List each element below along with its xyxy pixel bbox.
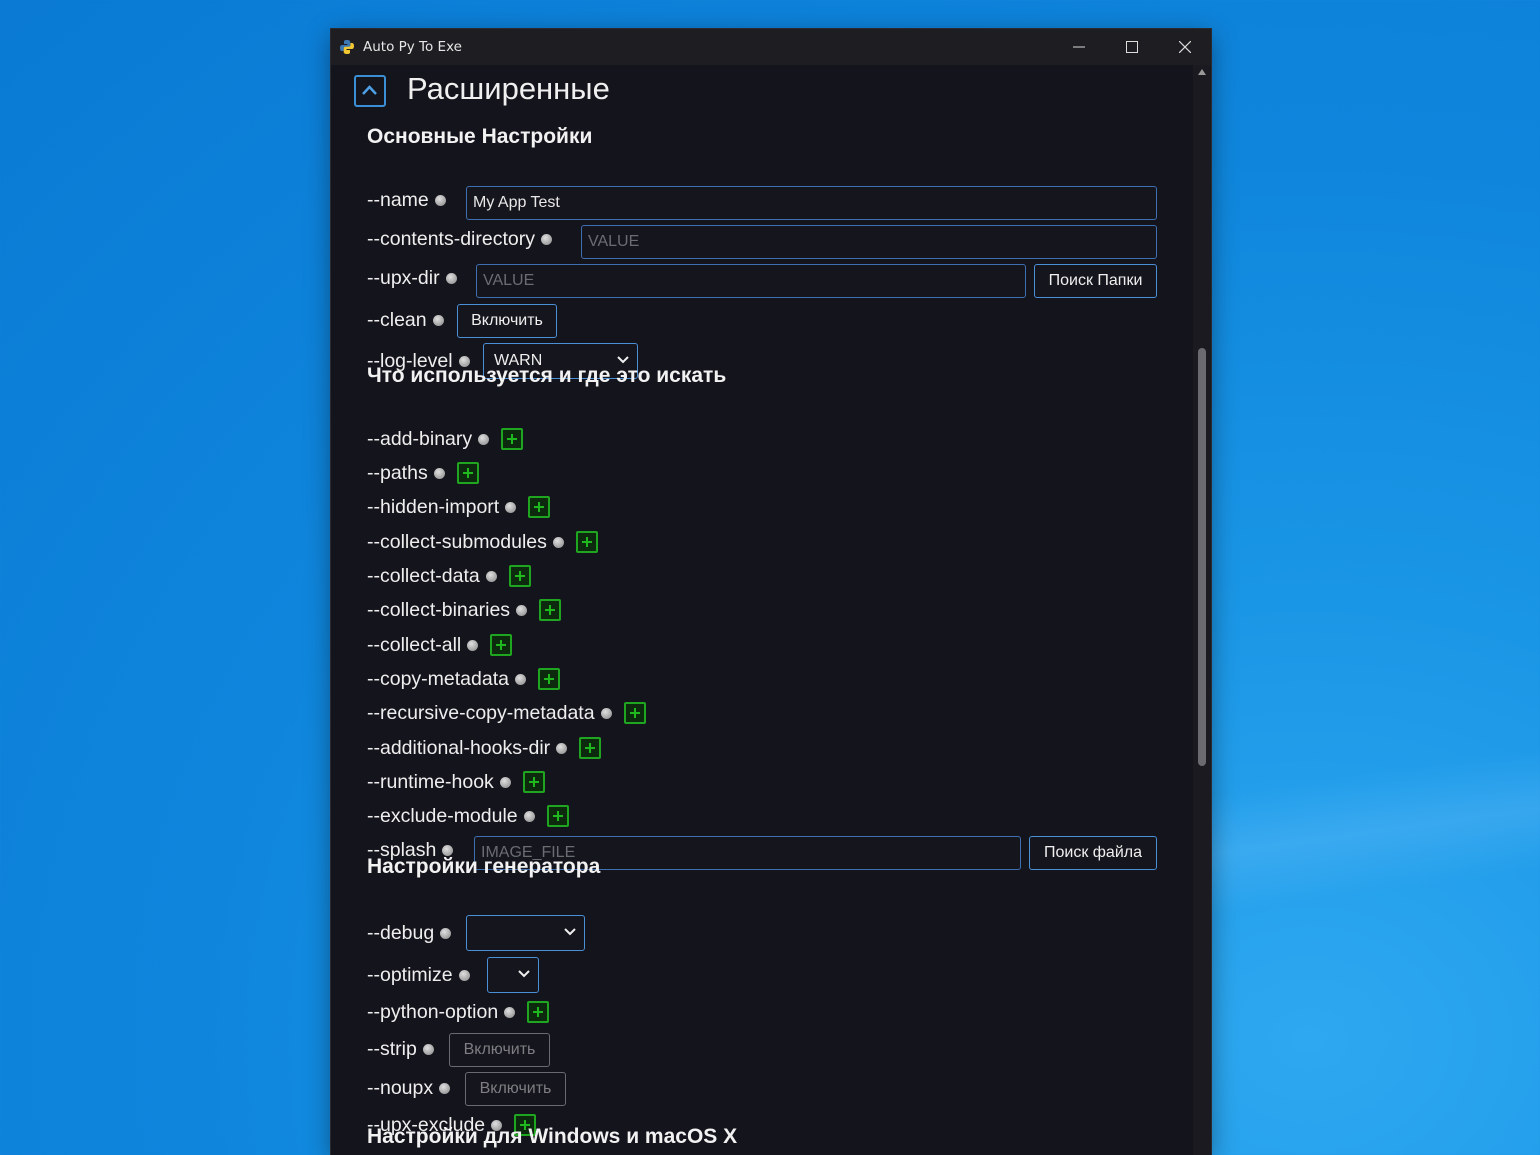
collect-submodules-add-button[interactable] (575, 531, 598, 553)
group-heading-windows-mac: Настройки для Windows и macOS X (367, 1125, 738, 1148)
option-label: --upx-dir (367, 266, 440, 289)
app-window: Auto Py To Exe Расширенные Основные Наст… (331, 29, 1211, 1155)
exclude-module-add-button[interactable] (546, 805, 569, 827)
group-heading-what-to-bundle: Что используется и где это искать (367, 364, 727, 387)
close-window-button[interactable] (1158, 29, 1211, 65)
collect-binaries-add-button[interactable] (539, 599, 562, 621)
chevron-down-icon (518, 970, 530, 978)
option-label: --strip (367, 1037, 417, 1060)
help-icon[interactable] (467, 639, 479, 651)
scrollbar-thumb[interactable] (1198, 348, 1206, 766)
option-label: --name (367, 188, 429, 211)
help-icon[interactable] (458, 969, 470, 981)
name-input[interactable]: My App Test (466, 186, 1157, 220)
maximize-icon (1125, 41, 1138, 53)
advanced-settings-panel: Расширенные Основные Настройки --name My… (331, 65, 1193, 1155)
maximize-button[interactable] (1105, 29, 1158, 65)
help-icon[interactable] (440, 927, 452, 939)
help-icon[interactable] (478, 433, 490, 445)
browse-file-button[interactable]: Поиск файла (1029, 836, 1157, 870)
option-copy-metadata: --copy-metadata (367, 662, 560, 696)
contents-directory-input[interactable]: VALUE (581, 225, 1157, 259)
recursive-copy-metadata-add-button[interactable] (623, 702, 646, 724)
python-logo-icon (340, 40, 354, 54)
scroll-up-arrow-icon[interactable] (1198, 69, 1206, 75)
hidden-import-add-button[interactable] (528, 496, 551, 518)
help-icon[interactable] (433, 467, 445, 479)
help-icon[interactable] (505, 501, 517, 513)
option-upx-dir: --upx-dir (367, 261, 469, 295)
option-debug: --debug (367, 916, 463, 950)
help-icon[interactable] (439, 1082, 451, 1094)
chevron-up-icon (362, 85, 377, 95)
help-icon[interactable] (434, 194, 446, 206)
noupx-enable-button[interactable]: Включить (465, 1072, 566, 1106)
help-icon[interactable] (514, 673, 526, 685)
option-strip: --strip (367, 1032, 446, 1066)
help-icon[interactable] (445, 272, 457, 284)
option-collect-data: --collect-data (367, 559, 531, 593)
copy-metadata-add-button[interactable] (537, 668, 560, 690)
title-bar[interactable]: Auto Py To Exe (331, 29, 1211, 65)
browse-folder-button[interactable]: Поиск Папки (1034, 264, 1157, 298)
clean-enable-button[interactable]: Включить (457, 304, 557, 338)
option-name: --name (367, 183, 458, 217)
chevron-down-icon (564, 928, 576, 936)
option-contents-directory: --contents-directory (367, 222, 564, 256)
option-label: --noupx (367, 1076, 434, 1099)
help-icon[interactable] (422, 1043, 434, 1055)
help-icon[interactable] (485, 570, 497, 582)
help-icon[interactable] (556, 742, 568, 754)
option-recursive-copy-metadata: --recursive-copy-metadata (367, 696, 646, 730)
debug-select[interactable] (466, 915, 585, 951)
option-paths: --paths (367, 456, 479, 490)
add-binary-add-button[interactable] (501, 428, 524, 450)
help-icon[interactable] (432, 314, 444, 326)
option-hidden-import: --hidden-import (367, 490, 551, 524)
python-option-add-button[interactable] (527, 1001, 550, 1023)
option-add-binary: --add-binary (367, 422, 524, 456)
option-runtime-hook: --runtime-hook (367, 765, 545, 799)
help-icon[interactable] (499, 776, 511, 788)
help-icon[interactable] (600, 707, 612, 719)
help-icon[interactable] (540, 233, 552, 245)
option-exclude-module: --exclude-module (367, 799, 569, 833)
option-label: --debug (367, 921, 435, 944)
group-heading-generator: Настройки генератора (367, 855, 601, 878)
collect-data-add-button[interactable] (508, 565, 531, 587)
vertical-scrollbar[interactable] (1193, 65, 1211, 1155)
strip-enable-button[interactable]: Включить (449, 1033, 550, 1067)
help-icon[interactable] (552, 536, 564, 548)
option-label: --contents-directory (367, 227, 535, 250)
option-noupx: --noupx (367, 1071, 462, 1105)
option-clean: --clean (367, 303, 456, 337)
minimize-button[interactable] (1052, 29, 1105, 65)
window-title: Auto Py To Exe (363, 39, 462, 55)
optimize-select[interactable] (487, 957, 539, 993)
section-title: Расширенные (407, 71, 610, 106)
option-collect-binaries: --collect-binaries (367, 593, 562, 627)
collapse-section-button[interactable] (354, 75, 386, 107)
option-optimize: --optimize (367, 958, 482, 992)
option-collect-all: --collect-all (367, 628, 513, 662)
option-additional-hooks-dir: --additional-hooks-dir (367, 731, 602, 765)
upx-dir-input[interactable]: VALUE (476, 264, 1026, 298)
collect-all-add-button[interactable] (490, 634, 513, 656)
group-heading-basic: Основные Настройки (367, 125, 593, 148)
minimize-icon (1072, 46, 1085, 48)
additional-hooks-dir-add-button[interactable] (579, 737, 602, 759)
help-icon[interactable] (516, 604, 528, 616)
option-python-option: --python-option (367, 995, 550, 1029)
paths-add-button[interactable] (456, 462, 479, 484)
option-label: --clean (367, 308, 427, 331)
help-icon[interactable] (442, 844, 454, 856)
help-icon[interactable] (504, 1006, 516, 1018)
close-icon (1178, 41, 1191, 53)
option-collect-submodules: --collect-submodules (367, 525, 598, 559)
runtime-hook-add-button[interactable] (522, 771, 545, 793)
help-icon[interactable] (523, 810, 535, 822)
option-label: --optimize (367, 963, 453, 986)
